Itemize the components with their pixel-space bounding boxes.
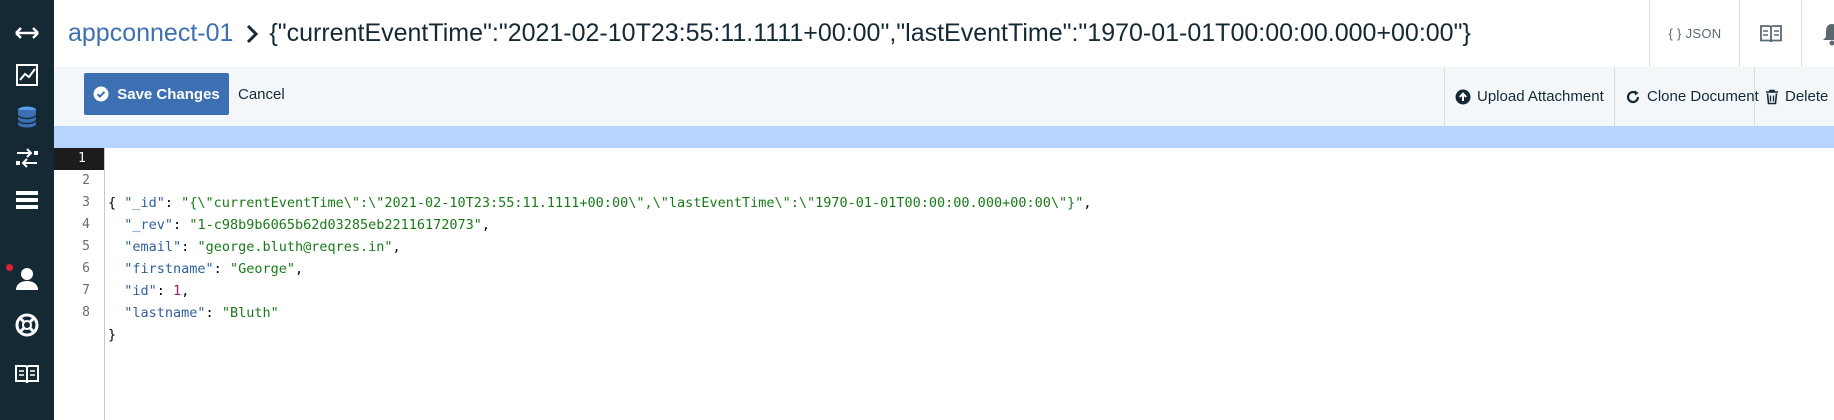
code-text: } (108, 327, 117, 343)
json-view-button[interactable]: { } JSON (1649, 0, 1740, 67)
save-changes-label: Save Changes (117, 85, 220, 103)
chevron-right-icon (245, 24, 259, 44)
open-book-icon (1760, 24, 1782, 42)
refresh-clone-icon (1626, 90, 1640, 103)
code-line[interactable]: 4 "email": "george.bluth@reqres.in", (54, 192, 1834, 255)
clone-document-button[interactable]: Clone Document (1614, 67, 1761, 126)
code-line[interactable]: 7 "lastname": "Bluth" (54, 258, 1834, 321)
monitoring-chart-icon[interactable] (0, 51, 54, 99)
notifications-button[interactable] (1801, 0, 1834, 67)
delete-button[interactable]: Delete (1754, 67, 1834, 126)
delete-label: Delete (1785, 88, 1829, 105)
breadcrumb: appconnect-01 {"currentEventTime":"2021-… (68, 0, 1471, 67)
documentation-book-icon[interactable] (0, 350, 54, 398)
code-line[interactable]: 6 "id": 1, (54, 236, 1834, 299)
code-line[interactable]: 3 "_rev": "1-c98b9b6065b62d03285eb221161… (54, 170, 1834, 233)
support-lifebuoy-icon[interactable] (0, 301, 54, 349)
code-line[interactable]: 5 "firstname": "George", (54, 214, 1834, 277)
account-user-icon[interactable] (0, 254, 54, 302)
active-tasks-icon[interactable] (0, 176, 54, 224)
bell-icon (1822, 23, 1834, 45)
upload-attachment-label: Upload Attachment (1477, 88, 1604, 105)
breadcrumb-database-link[interactable]: appconnect-01 (68, 19, 233, 48)
save-changes-button[interactable]: Save Changes (84, 73, 229, 115)
code-line[interactable]: 2 "_id": "{\"currentEventTime\":\"2021-0… (54, 148, 1834, 211)
clone-document-label: Clone Document (1647, 88, 1759, 105)
cancel-button[interactable]: Cancel (238, 73, 285, 115)
document-toolbar: Save Changes Cancel Upload Attachment Cl… (54, 67, 1834, 127)
json-value: "Bluth" (221, 305, 279, 321)
expand-arrows-icon[interactable] (0, 9, 54, 57)
trash-icon (1766, 89, 1778, 104)
header-bar: appconnect-01 {"currentEventTime":"2021-… (54, 0, 1834, 68)
code-line[interactable]: 8 } (54, 280, 1834, 343)
check-circle-icon (93, 86, 109, 102)
json-code-editor[interactable]: 1 ▾ { 2 "_id": "{\"currentEventTime\":\"… (54, 126, 1834, 420)
json-key: "lastname" (124, 305, 206, 321)
code-text: "lastname": "Bluth" (124, 305, 279, 321)
left-nav (0, 0, 54, 420)
docs-book-button[interactable] (1739, 0, 1802, 67)
line-number: 8 (82, 305, 90, 320)
code-line[interactable]: 1 ▾ { (54, 126, 1834, 211)
replication-icon[interactable] (0, 134, 54, 182)
upload-attachment-button[interactable]: Upload Attachment (1444, 67, 1615, 126)
document-title: {"currentEventTime":"2021-02-10T23:55:11… (269, 19, 1471, 47)
upload-arrow-circle-icon (1455, 89, 1471, 104)
